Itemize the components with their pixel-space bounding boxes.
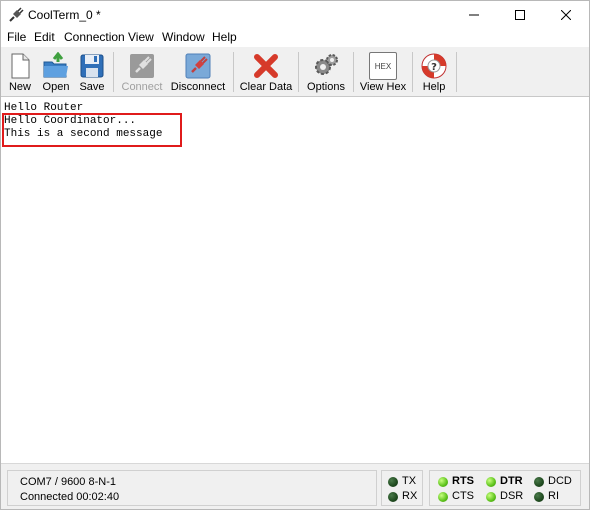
floppy-disk-icon <box>80 54 104 78</box>
maximize-button[interactable] <box>497 1 543 29</box>
cts-led <box>438 492 448 502</box>
line-status-led-panel: RTS CTS DTR DSR DCD RI <box>429 470 581 506</box>
toolbar-separator <box>353 52 354 92</box>
rx-led <box>388 492 398 502</box>
dsr-led <box>486 492 496 502</box>
menu-view[interactable]: View <box>128 30 154 44</box>
connect-button[interactable]: Connect <box>119 49 165 95</box>
dcd-led <box>534 477 544 487</box>
minimize-button[interactable] <box>451 1 497 29</box>
hex-icon: HEX <box>369 52 397 80</box>
red-x-icon <box>254 54 278 78</box>
cts-label: CTS <box>452 490 474 502</box>
ri-led <box>534 492 544 502</box>
new-label: New <box>8 81 31 93</box>
new-button[interactable]: New <box>5 49 35 95</box>
connection-status: Connected 00:02:40 <box>20 491 120 503</box>
connect-plug-icon <box>130 54 154 78</box>
options-button[interactable]: Options <box>304 49 348 95</box>
connect-label: Connect <box>121 81 163 93</box>
toolbar-separator <box>298 52 299 92</box>
ri-label: RI <box>548 490 559 502</box>
save-button[interactable]: Save <box>77 49 107 95</box>
menu-bar: File Edit Connection View Window Help <box>1 29 589 46</box>
svg-text:?: ? <box>431 62 437 73</box>
view-hex-button[interactable]: HEX View Hex <box>359 49 407 95</box>
terminal-output[interactable]: Hello Router Hello Coordinator... This i… <box>1 98 589 463</box>
cable-plug-icon <box>9 7 24 22</box>
menu-window[interactable]: Window <box>162 30 205 44</box>
menu-help[interactable]: Help <box>212 30 237 44</box>
rts-label: RTS <box>452 475 474 487</box>
disconnect-label: Disconnect <box>170 81 226 93</box>
open-label: Open <box>42 81 70 93</box>
toolbar-separator <box>233 52 234 92</box>
rts-led[interactable] <box>438 477 448 487</box>
close-button[interactable] <box>543 1 589 29</box>
new-document-icon <box>11 53 30 79</box>
menu-edit[interactable]: Edit <box>34 30 55 44</box>
disconnect-plug-icon <box>185 53 211 79</box>
save-label: Save <box>79 81 105 93</box>
dtr-label: DTR <box>500 475 523 487</box>
status-bar: COM7 / 9600 8-N-1 Connected 00:02:40 TX … <box>1 463 589 509</box>
highlight-annotation-box <box>2 113 182 147</box>
open-button[interactable]: Open <box>38 49 74 95</box>
tx-led <box>388 477 398 487</box>
title-bar[interactable]: CoolTerm_0 * <box>1 1 589 29</box>
coolterm-window: CoolTerm_0 * File Edit Connection View W… <box>0 0 590 510</box>
help-button[interactable]: ? Help <box>417 49 451 95</box>
menu-connection[interactable]: Connection <box>64 30 125 44</box>
toolbar: New Open Save Connect Disconnect Clear D… <box>1 47 589 97</box>
open-folder-icon <box>43 52 68 78</box>
help-label: Help <box>422 81 446 93</box>
window-title: CoolTerm_0 * <box>28 8 101 22</box>
hex-icon-text: HEX <box>374 61 392 71</box>
dtr-led[interactable] <box>486 477 496 487</box>
menu-file[interactable]: File <box>7 30 26 44</box>
tx-label: TX <box>402 475 417 487</box>
toolbar-separator <box>412 52 413 92</box>
close-icon <box>561 10 571 20</box>
dsr-label: DSR <box>500 490 524 502</box>
gears-icon <box>315 54 338 75</box>
dcd-label: DCD <box>548 475 572 487</box>
disconnect-button[interactable]: Disconnect <box>168 49 228 95</box>
maximize-icon <box>515 10 525 20</box>
minimize-icon <box>469 14 479 16</box>
txrx-led-panel: TX RX <box>381 470 423 506</box>
clear-data-button[interactable]: Clear Data <box>239 49 293 95</box>
lifebuoy-help-icon: ? <box>421 53 447 79</box>
toolbar-separator <box>113 52 114 92</box>
toolbar-separator <box>456 52 457 92</box>
rx-label: RX <box>402 490 418 502</box>
port-settings: COM7 / 9600 8-N-1 <box>20 476 116 488</box>
options-label: Options <box>307 81 345 93</box>
clear-data-label: Clear Data <box>239 81 293 93</box>
connection-status-panel: COM7 / 9600 8-N-1 Connected 00:02:40 <box>7 470 377 506</box>
view-hex-label: View Hex <box>359 81 407 93</box>
